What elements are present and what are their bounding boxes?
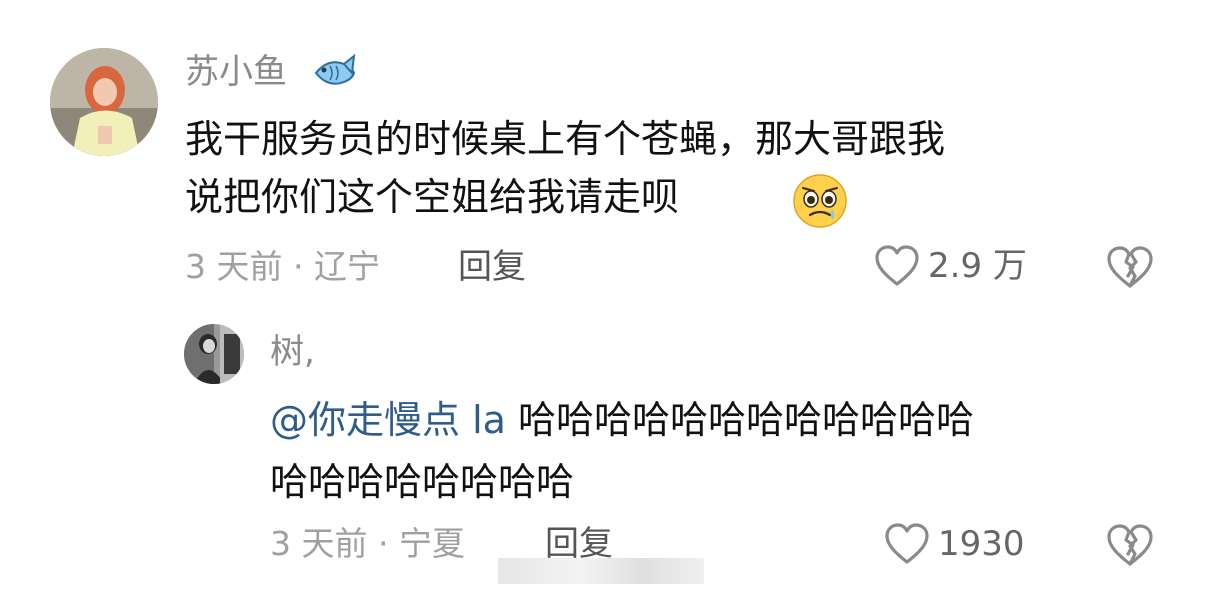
- reply-text: 哈哈哈哈哈哈哈哈: [270, 460, 575, 504]
- avatar-image: [184, 324, 244, 384]
- heart-outline-icon: [885, 523, 929, 564]
- avatar[interactable]: [50, 48, 158, 156]
- like-button[interactable]: 2.9 万: [874, 244, 1027, 288]
- broken-heart-icon[interactable]: [1106, 244, 1154, 290]
- reply-text-content: 哈哈哈哈哈哈哈哈哈哈哈哈: [505, 398, 975, 442]
- reply-text: @你走慢点 la 哈哈哈哈哈哈哈哈哈哈哈哈: [270, 391, 974, 449]
- fish-icon: [314, 54, 356, 85]
- reply-username[interactable]: 树,: [270, 335, 315, 369]
- comment-thread: 苏小鱼 我干服务员的时候桌上有个苍蝇，那大哥跟我 说把你们这个空姐给我请走呗 3…: [0, 0, 1205, 600]
- comment-text: 我干服务员的时候桌上有个苍蝇，那大哥跟我: [185, 117, 946, 161]
- like-button[interactable]: 1930: [884, 522, 1025, 566]
- pleading-face-emoji: [793, 174, 847, 228]
- mention-link[interactable]: @你走慢点 la: [270, 398, 506, 442]
- watermark-bar: [498, 558, 704, 584]
- avatar-image: [50, 48, 158, 156]
- reply-button[interactable]: 回复: [458, 250, 526, 284]
- heart-outline-icon: [875, 245, 919, 286]
- username[interactable]: 苏小鱼: [185, 55, 287, 89]
- reply-meta: 3 天前 · 宁夏: [270, 524, 465, 563]
- like-count: 1930: [938, 524, 1025, 564]
- broken-heart-icon[interactable]: [1106, 522, 1154, 568]
- reply-button[interactable]: 回复: [545, 527, 613, 561]
- like-count: 2.9 万: [928, 246, 1027, 286]
- comment-text: 说把你们这个空姐给我请走呗: [185, 175, 680, 219]
- reply-avatar[interactable]: [184, 324, 244, 384]
- comment-meta: 3 天前 · 辽宁: [185, 247, 380, 286]
